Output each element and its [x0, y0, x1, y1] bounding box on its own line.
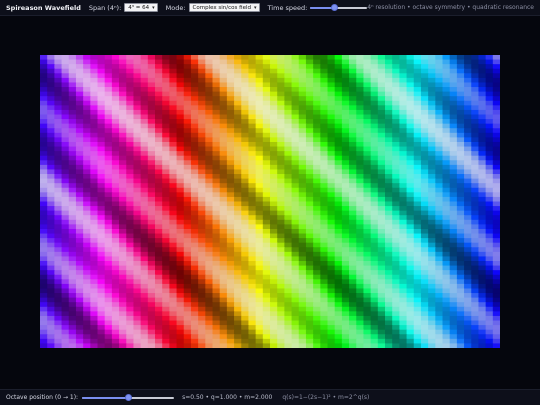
wavefield-canvas[interactable]: [40, 55, 500, 348]
octave-position-fill: [82, 396, 129, 399]
time-speed-thumb[interactable]: [330, 4, 338, 11]
app-title: Spireason Wavefield: [6, 3, 81, 12]
formula-text: q(s)=1−(2s−1)² • m=2^q(s): [282, 394, 370, 401]
chevron-down-icon: ▾: [152, 4, 155, 11]
mode-select[interactable]: Complex sin/cos field ▾: [188, 3, 260, 12]
time-speed-slider[interactable]: [310, 3, 368, 12]
parameter-readout: s=0.50 • q=1.000 • m=2.000: [182, 394, 273, 401]
time-speed-label: Time speed:: [267, 3, 308, 12]
wavefield-image: [40, 55, 500, 348]
feature-hint: 4ⁿ resolution • octave symmetry • quadra…: [367, 4, 534, 11]
top-toolbar: Spireason Wavefield Span (4ⁿ): 4³ = 64 ▾…: [0, 0, 540, 16]
span-select[interactable]: 4³ = 64 ▾: [124, 3, 158, 12]
chevron-down-icon: ▾: [254, 4, 257, 11]
span-label: Span (4ⁿ):: [88, 3, 122, 12]
mode-label: Mode:: [165, 3, 186, 12]
octave-position-thumb[interactable]: [124, 394, 132, 401]
app-window: Spireason Wavefield Span (4ⁿ): 4³ = 64 ▾…: [0, 0, 540, 405]
mode-select-value: Complex sin/cos field: [192, 4, 252, 11]
bottom-toolbar: Octave position (0 → 1): s=0.50 • q=1.00…: [0, 389, 540, 405]
octave-position-label: Octave position (0 → 1):: [6, 394, 79, 401]
span-select-value: 4³ = 64: [128, 4, 150, 11]
octave-position-slider[interactable]: [82, 393, 175, 402]
